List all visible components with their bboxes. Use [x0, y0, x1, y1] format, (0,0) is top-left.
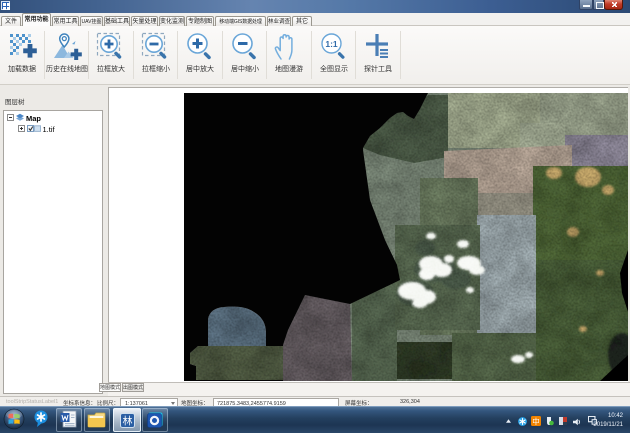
svg-text:1:1: 1:1	[325, 39, 338, 49]
svg-text:中: 中	[532, 416, 540, 426]
svg-text:林: 林	[123, 415, 133, 428]
